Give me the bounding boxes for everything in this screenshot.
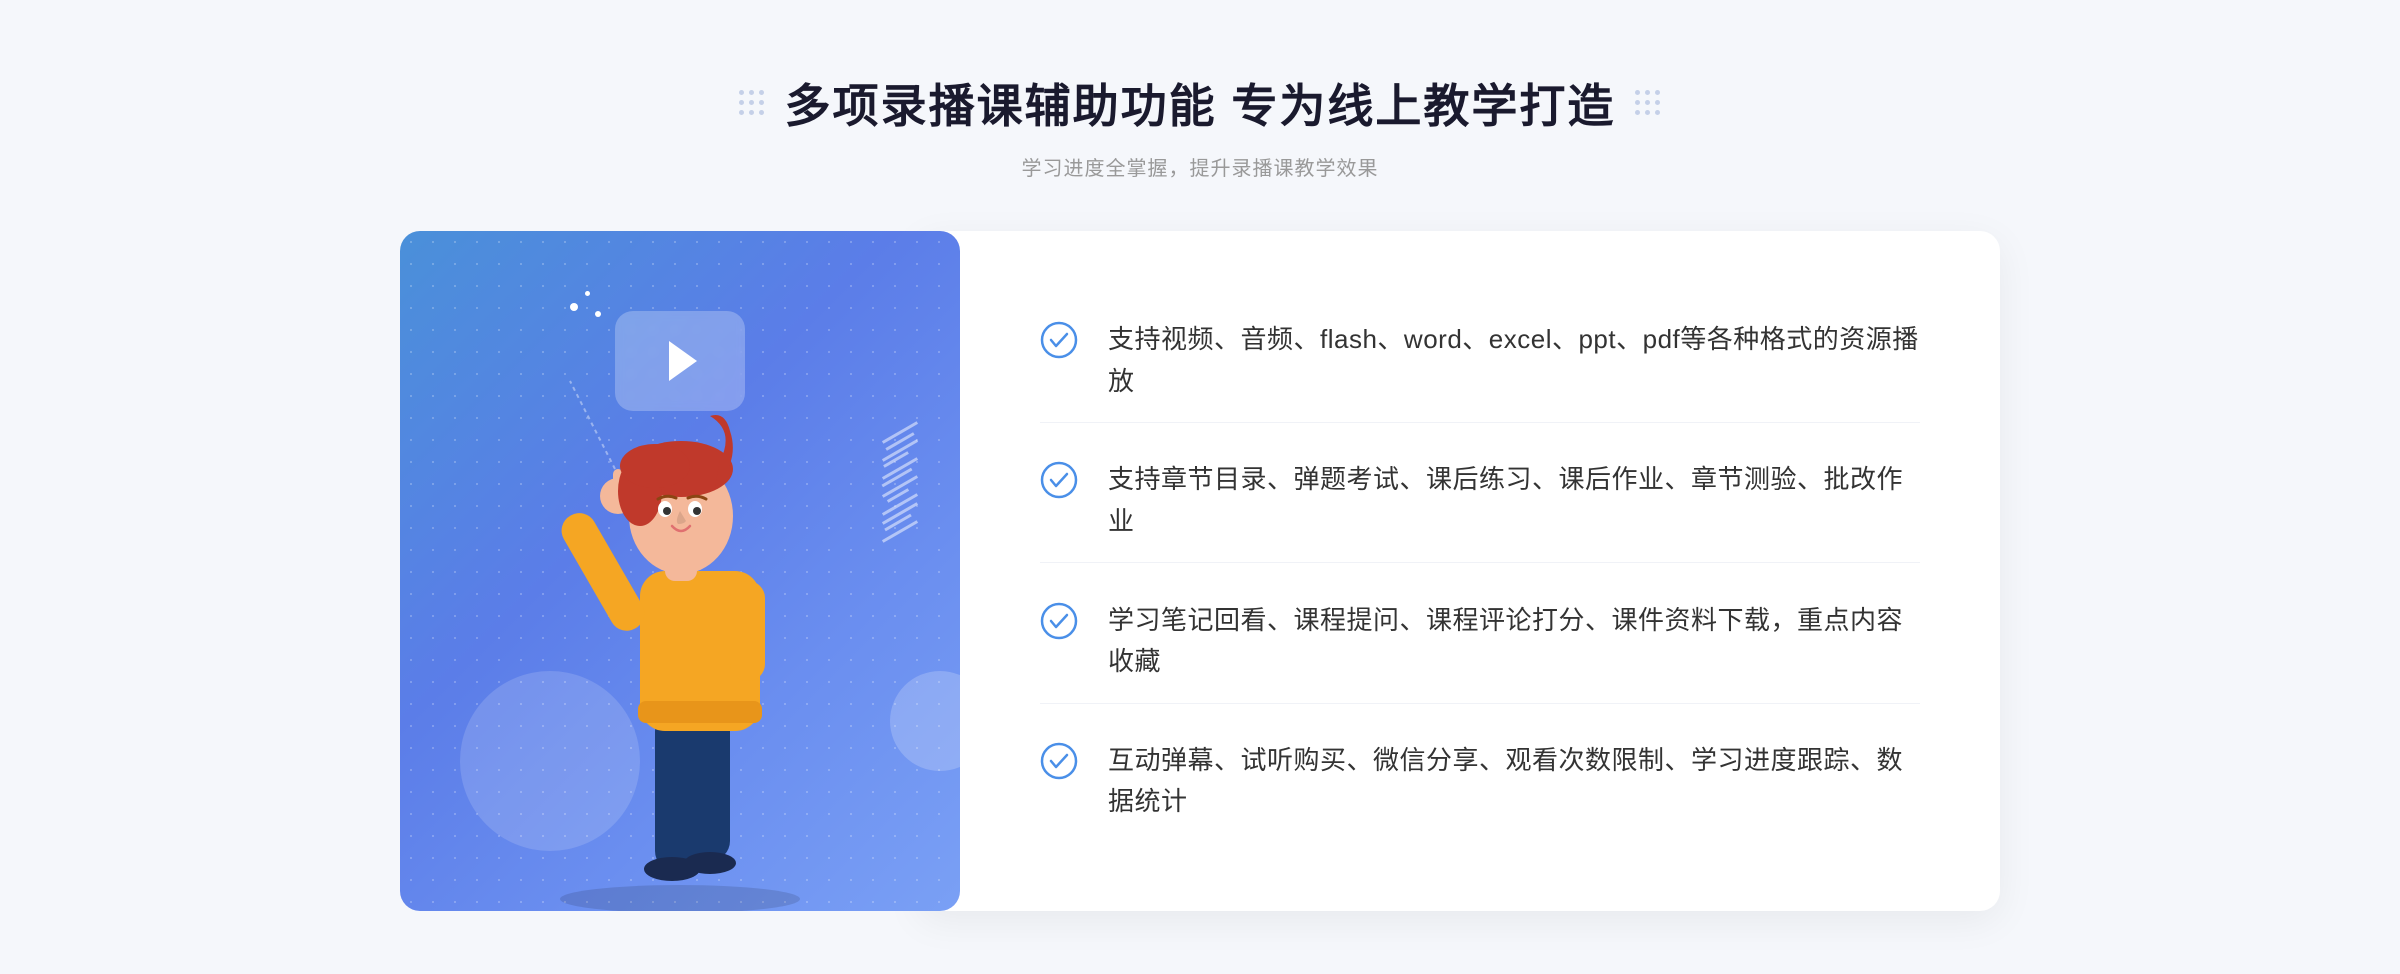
feature-text-3: 学习笔记回看、课程提问、课程评论打分、课件资料下载，重点内容收藏 bbox=[1108, 600, 1920, 683]
features-panel: 支持视频、音频、flash、word、excel、ppt、pdf等各种格式的资源… bbox=[920, 231, 2000, 911]
check-icon-1 bbox=[1040, 321, 1078, 359]
check-icon-3 bbox=[1040, 602, 1078, 640]
illustration-card bbox=[400, 231, 960, 911]
striped-decoration bbox=[880, 431, 920, 551]
check-icon-2 bbox=[1040, 461, 1078, 499]
feature-item-1: 支持视频、音频、flash、word、excel、ppt、pdf等各种格式的资源… bbox=[1040, 299, 1920, 423]
sparkle-dot-2 bbox=[585, 291, 590, 296]
header-title-row: 多项录播课辅助功能 专为线上教学打造 bbox=[739, 70, 1662, 136]
feature-item-2: 支持章节目录、弹题考试、课后练习、课后作业、章节测验、批改作业 bbox=[1040, 439, 1920, 563]
feature-item-3: 学习笔记回看、课程提问、课程评论打分、课件资料下载，重点内容收藏 bbox=[1040, 580, 1920, 704]
header-section: 多项录播课辅助功能 专为线上教学打造 学习进度全掌握，提升录播课教学效果 bbox=[739, 0, 1662, 181]
sparkle-dot-3 bbox=[595, 311, 601, 317]
feature-text-4: 互动弹幕、试听购买、微信分享、观看次数限制、学习进度跟踪、数据统计 bbox=[1108, 740, 1920, 823]
feature-text-2: 支持章节目录、弹题考试、课后练习、课后作业、章节测验、批改作业 bbox=[1108, 459, 1920, 542]
main-content: » bbox=[400, 231, 2000, 911]
feature-text-1: 支持视频、音频、flash、word、excel、ppt、pdf等各种格式的资源… bbox=[1108, 319, 1920, 402]
left-decorative-dots bbox=[739, 90, 765, 116]
sparkle-dot-1 bbox=[570, 303, 578, 311]
page-container: 多项录播课辅助功能 专为线上教学打造 学习进度全掌握，提升录播课教学效果 » bbox=[0, 0, 2400, 974]
feature-item-4: 互动弹幕、试听购买、微信分享、观看次数限制、学习进度跟踪、数据统计 bbox=[1040, 720, 1920, 843]
circle-decor-medium bbox=[890, 671, 990, 771]
page-title: 多项录播课辅助功能 专为线上教学打造 bbox=[785, 70, 1616, 136]
person-illustration bbox=[510, 351, 850, 911]
page-subtitle: 学习进度全掌握，提升录播课教学效果 bbox=[739, 152, 1662, 181]
right-decorative-dots bbox=[1635, 90, 1661, 116]
check-icon-4 bbox=[1040, 742, 1078, 780]
